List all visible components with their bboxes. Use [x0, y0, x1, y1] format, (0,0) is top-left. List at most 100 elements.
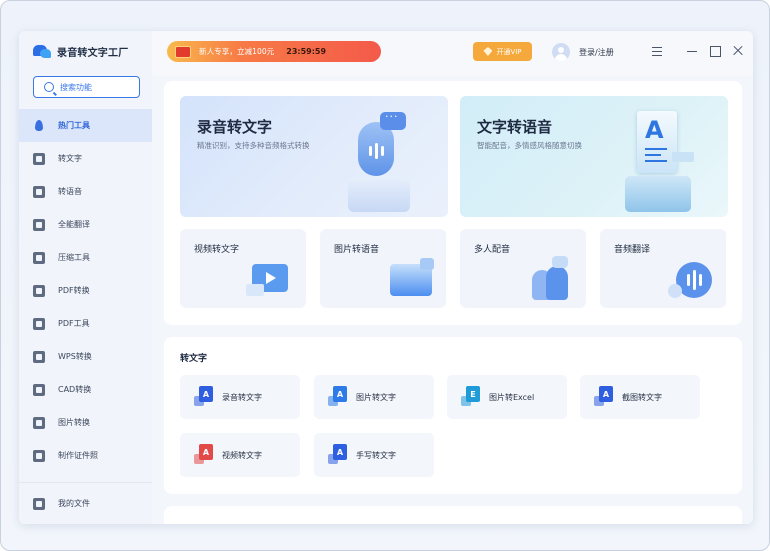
main-content: 录音转文字 精准识别，支持多种音频格式转换 文字转语音 智能配音，多情感风格随意…: [164, 81, 742, 524]
red-envelope-icon: [175, 45, 191, 58]
video-to-text-icon: A: [194, 444, 214, 466]
feature-label: 视频转文字: [194, 245, 240, 255]
sidebar-item-pdf-tools[interactable]: PDF工具: [19, 307, 152, 340]
sidebar-item-label: PDF转换: [58, 286, 90, 295]
recording-to-text-icon: A: [194, 386, 214, 408]
tool-image-to-excel[interactable]: E 图片转Excel: [447, 375, 567, 419]
sidebar-item-translate[interactable]: 全能翻译: [19, 208, 152, 241]
avatar[interactable]: [552, 43, 570, 61]
sidebar-item-compress[interactable]: 压缩工具: [19, 241, 152, 274]
promo-countdown: 23:59:59: [286, 47, 327, 56]
promo-banner[interactable]: 新人专享，立减100元 23:59:59: [167, 41, 381, 62]
close-icon[interactable]: [731, 44, 745, 58]
feature-label: 多人配音: [474, 245, 511, 255]
diamond-icon: [483, 47, 493, 56]
sidebar-item-image[interactable]: 图片转换: [19, 406, 152, 439]
sidebar-item-label: 压缩工具: [58, 253, 90, 262]
tool-video-to-text[interactable]: A 视频转文字: [180, 433, 300, 477]
image-to-excel-icon: E: [461, 386, 481, 408]
section-title: 转文字: [180, 354, 208, 364]
app-title: 录音转文字工厂: [57, 47, 129, 59]
feature-card-image-to-voice[interactable]: 图片转语音: [320, 229, 446, 308]
feature-label: 音频翻译: [614, 245, 651, 255]
handwriting-to-text-icon: A: [328, 444, 348, 466]
id-photo-icon: [33, 449, 45, 462]
voice-icon: [33, 185, 45, 198]
microphone-illustration-icon: [348, 110, 410, 217]
feature-card-multi-voice[interactable]: 多人配音: [460, 229, 586, 308]
tool-image-to-text[interactable]: A 图片转文字: [314, 375, 434, 419]
chat-bubble-logo-icon: [33, 43, 51, 59]
audio-translate-icon: [666, 256, 716, 302]
sidebar-item-label: CAD转换: [58, 385, 92, 394]
sidebar-item-id-photo[interactable]: 制作证件照: [19, 439, 152, 472]
sidebar-item-pdf-convert[interactable]: PDF转换: [19, 274, 152, 307]
sidebar-item-label: 转文字: [58, 154, 82, 163]
sidebar-item-label: 转语音: [58, 187, 82, 196]
tool-handwriting-to-text[interactable]: A 手写转文字: [314, 433, 434, 477]
tool-screenshot-to-text[interactable]: A 截图转文字: [580, 375, 700, 419]
sidebar-item-my-files[interactable]: 我的文件: [19, 482, 152, 524]
card-subtitle: 精准识别，支持多种音频格式转换: [197, 141, 310, 150]
menu-icon[interactable]: [650, 44, 664, 58]
search-button[interactable]: 搜索功能: [33, 76, 140, 98]
tool-label: 视频转文字: [222, 450, 262, 460]
tool-label: 手写转文字: [356, 450, 396, 460]
sidebar-item-label: 热门工具: [58, 121, 90, 130]
sidebar-item-label: PDF工具: [58, 319, 90, 328]
document-illustration-icon: A: [625, 106, 705, 216]
pdf-convert-icon: [33, 284, 45, 297]
card-subtitle: 智能配音，多情感风格随意切换: [477, 141, 582, 150]
sidebar-nav: 热门工具 转文字 转语音 全能翻译 压缩工具 PDF转换 PDF工具 WPS转换…: [19, 109, 152, 472]
sidebar-item-label: WPS转换: [58, 352, 92, 361]
login-link[interactable]: 登录/注册: [579, 47, 614, 58]
image-to-voice-icon: [386, 256, 436, 302]
minimize-icon[interactable]: [685, 44, 699, 58]
top-bar: 新人专享，立减100元 23:59:59 开通VIP 登录/注册: [152, 31, 753, 76]
tool-label: 录音转文字: [222, 392, 262, 402]
sidebar: 录音转文字工厂 搜索功能 热门工具 转文字 转语音 全能翻译 压缩工具 PDF转…: [19, 31, 152, 524]
cad-icon: [33, 383, 45, 396]
pdf-tools-icon: [33, 317, 45, 330]
recording-to-text-card[interactable]: 录音转文字 精准识别，支持多种音频格式转换: [180, 96, 448, 217]
app-window: 录音转文字工厂 搜索功能 热门工具 转文字 转语音 全能翻译 压缩工具 PDF转…: [19, 31, 753, 524]
tool-label: 截图转文字: [622, 392, 662, 402]
sidebar-item-label: 全能翻译: [58, 220, 90, 229]
video-to-text-icon: [246, 256, 296, 302]
translate-icon: [33, 218, 45, 231]
search-label: 搜索功能: [60, 82, 92, 92]
wps-icon: [33, 350, 45, 363]
next-section-panel: [164, 506, 742, 524]
sidebar-item-to-text[interactable]: 转文字: [19, 142, 152, 175]
tool-label: 图片转文字: [356, 392, 396, 402]
tool-recording-to-text[interactable]: A 录音转文字: [180, 375, 300, 419]
vip-button[interactable]: 开通VIP: [473, 42, 532, 61]
image-to-text-icon: A: [328, 386, 348, 408]
feature-card-video-to-text[interactable]: 视频转文字: [180, 229, 306, 308]
vip-label: 开通VIP: [496, 47, 522, 56]
hot-tools-panel: 录音转文字 精准识别，支持多种音频格式转换 文字转语音 智能配音，多情感风格随意…: [164, 81, 742, 325]
card-title: 录音转文字: [197, 118, 273, 136]
text-icon: [33, 152, 45, 165]
sidebar-item-hot-tools[interactable]: 热门工具: [19, 109, 152, 142]
window-frame: 录音转文字工厂 搜索功能 热门工具 转文字 转语音 全能翻译 压缩工具 PDF转…: [0, 0, 770, 551]
search-icon: [44, 82, 54, 92]
sidebar-item-cad[interactable]: CAD转换: [19, 373, 152, 406]
maximize-icon[interactable]: [708, 44, 722, 58]
sidebar-item-label: 制作证件照: [58, 451, 98, 460]
card-title: 文字转语音: [477, 118, 553, 136]
tool-label: 图片转Excel: [489, 392, 535, 402]
text-to-speech-card[interactable]: 文字转语音 智能配音，多情感风格随意切换 A: [460, 96, 728, 217]
feature-label: 图片转语音: [334, 245, 380, 255]
sidebar-item-wps[interactable]: WPS转换: [19, 340, 152, 373]
screenshot-to-text-icon: A: [594, 386, 614, 408]
sidebar-item-to-voice[interactable]: 转语音: [19, 175, 152, 208]
feature-card-audio-translate[interactable]: 音频翻译: [600, 229, 726, 308]
to-text-section: 转文字 A 录音转文字 A 图片转文字 E 图片转Excel A 截图转文字 A…: [164, 337, 742, 494]
image-icon: [33, 416, 45, 429]
compress-icon: [33, 251, 45, 264]
sidebar-item-label: 图片转换: [58, 418, 90, 427]
promo-text: 新人专享，立减100元: [199, 47, 275, 56]
fire-icon: [33, 119, 45, 132]
app-logo: 录音转文字工厂: [33, 43, 128, 59]
